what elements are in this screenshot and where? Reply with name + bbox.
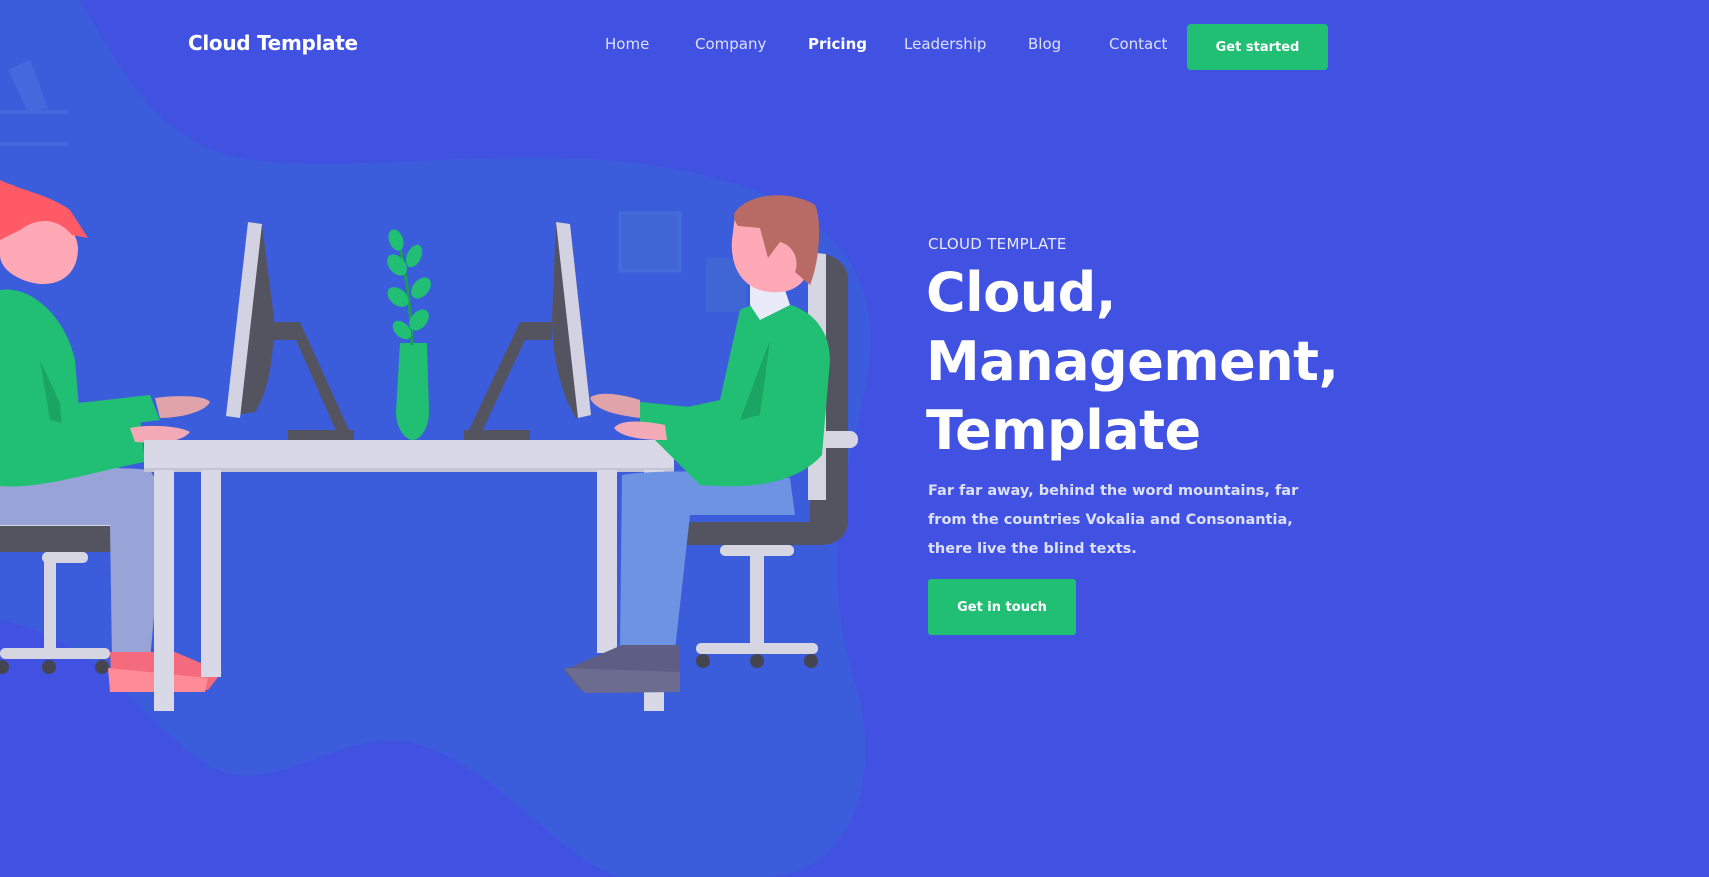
nav-link-contact[interactable]: Contact [1109, 35, 1167, 53]
hero-eyebrow: CLOUD TEMPLATE [928, 235, 1067, 253]
main-nav: Home Company Pricing Leadership Blog Con… [0, 35, 1709, 59]
get-started-button[interactable]: Get started [1187, 24, 1328, 70]
hero-title: Cloud, Management, Template [926, 258, 1386, 465]
office-workers-illustration [0, 0, 871, 877]
hero-description: Far far away, behind the word mountains,… [928, 483, 1299, 557]
hero-title-line-3: Template [926, 399, 1201, 462]
nav-link-blog[interactable]: Blog [1028, 35, 1061, 53]
hero-title-line-1: Cloud, [926, 261, 1116, 324]
nav-link-company[interactable]: Company [695, 35, 766, 53]
nav-link-leadership[interactable]: Leadership [904, 35, 986, 53]
nav-link-home[interactable]: Home [605, 35, 649, 53]
hero-title-line-2: Management, [926, 330, 1339, 393]
nav-link-pricing[interactable]: Pricing [808, 35, 867, 53]
get-in-touch-button[interactable]: Get in touch [928, 579, 1076, 635]
